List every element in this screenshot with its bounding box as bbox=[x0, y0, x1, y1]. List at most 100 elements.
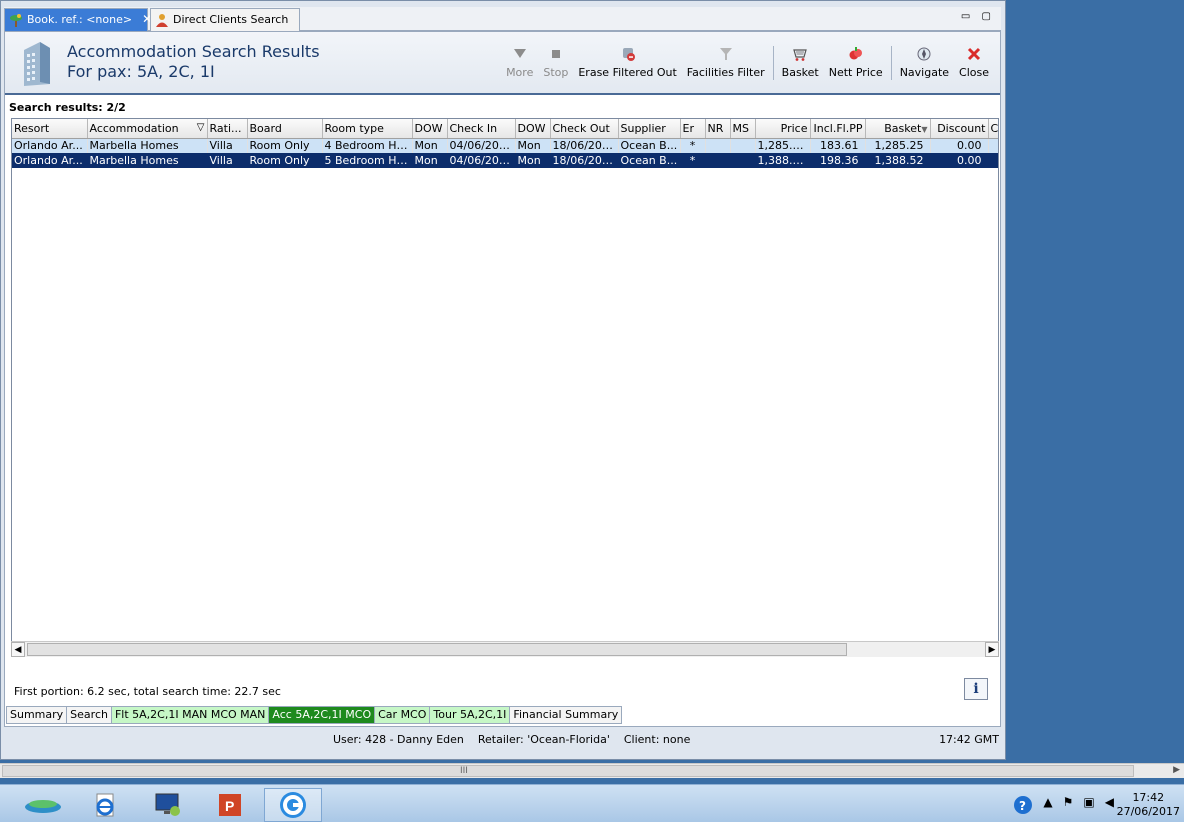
cell-nr bbox=[705, 138, 731, 153]
column-header-check-out[interactable]: Check Out bbox=[550, 119, 619, 139]
scroll-left-arrow-icon[interactable]: ◀ bbox=[11, 642, 25, 657]
tab-accommodation[interactable]: Acc 5A,2C,1I MCO bbox=[268, 706, 375, 724]
results-header: Accommodation Search Results For pax: 5A… bbox=[5, 32, 1000, 95]
column-header-board[interactable]: Board bbox=[247, 119, 323, 139]
landscape-app-icon bbox=[25, 800, 61, 813]
internet-explorer-icon bbox=[96, 793, 114, 817]
column-header-dow-out[interactable]: DOW bbox=[515, 119, 551, 139]
column-header-ms[interactable]: MS bbox=[730, 119, 756, 139]
column-header-rating[interactable]: Rati... bbox=[207, 119, 248, 139]
more-icon bbox=[512, 46, 528, 62]
column-header-accommodation[interactable]: Accommodation ▽ bbox=[87, 119, 208, 139]
cell-rating: Villa bbox=[207, 138, 248, 153]
cell-discount: 0.00 bbox=[930, 138, 989, 153]
cell-board: Room Only bbox=[247, 153, 323, 168]
close-label: Close bbox=[959, 66, 989, 79]
nett-price-button[interactable]: Nett Price bbox=[824, 46, 888, 79]
cell-dow-out: Mon bbox=[515, 153, 551, 168]
column-header-room-type[interactable]: Room type bbox=[322, 119, 413, 139]
stop-button[interactable]: Stop bbox=[538, 46, 573, 79]
cell-dow-in: Mon bbox=[412, 153, 448, 168]
tab-car[interactable]: Car MCO bbox=[374, 706, 430, 724]
column-header-supplier[interactable]: Supplier bbox=[618, 119, 681, 139]
more-button[interactable]: More bbox=[501, 46, 538, 79]
scroll-right-arrow-icon[interactable]: ▶ bbox=[1173, 765, 1180, 775]
booking-app-icon bbox=[280, 792, 306, 818]
building-icon bbox=[18, 40, 56, 88]
tab-booking-ref[interactable]: Book. ref.: <none> ✕ bbox=[4, 8, 152, 31]
cell-board: Room Only bbox=[247, 138, 323, 153]
sort-descending-icon: ▼ bbox=[921, 124, 928, 134]
close-button[interactable]: Close bbox=[954, 46, 994, 79]
funnel-icon[interactable]: ▽ bbox=[197, 122, 205, 133]
scroll-right-arrow-icon[interactable]: ▶ bbox=[985, 642, 999, 657]
navigate-button[interactable]: Navigate bbox=[895, 46, 954, 79]
cell-check-out: 18/06/2018 bbox=[550, 138, 619, 153]
tab-flight[interactable]: Flt 5A,2C,1I MAN MCO MAN bbox=[110, 706, 269, 724]
column-header-dow-in[interactable]: DOW bbox=[412, 119, 448, 139]
column-header-incl-fl-pp[interactable]: Incl.Fl.PP bbox=[810, 119, 866, 139]
column-header-resort[interactable]: Resort bbox=[12, 119, 88, 139]
page-title: Accommodation Search Results bbox=[67, 42, 320, 61]
status-bar: User: 428 - Danny Eden Retailer: 'Ocean-… bbox=[1, 729, 1005, 749]
network-icon[interactable]: ▣ bbox=[1083, 795, 1094, 818]
table-header-row: Resort Accommodation ▽ Rati... Board Room… bbox=[12, 119, 998, 139]
tab-tour[interactable]: Tour 5A,2C,1I bbox=[429, 706, 510, 724]
cell-c bbox=[988, 153, 998, 168]
erase-filtered-out-button[interactable]: Erase Filtered Out bbox=[573, 46, 681, 79]
info-icon[interactable]: i bbox=[964, 678, 988, 700]
cell-price: 1,388.52 bbox=[755, 153, 811, 168]
tab-search[interactable]: Search bbox=[66, 706, 111, 724]
table-horizontal-scrollbar[interactable]: ◀ ▶ bbox=[11, 641, 999, 657]
more-button-label: More bbox=[506, 66, 534, 79]
column-header-basket[interactable]: Basket▼ bbox=[865, 119, 931, 139]
action-center-icon[interactable]: ⚑ bbox=[1063, 795, 1074, 818]
minimize-maximize-controls[interactable]: ▭ ▢ bbox=[961, 11, 995, 22]
help-icon[interactable]: ? bbox=[1013, 795, 1033, 818]
clock-date: 27/06/2017 bbox=[1116, 805, 1180, 818]
cell-ms bbox=[730, 138, 756, 153]
palm-tree-icon bbox=[9, 13, 23, 27]
internet-explorer-taskbar-button[interactable] bbox=[76, 788, 134, 822]
results-table: Resort Accommodation ▽ Rati... Board Room… bbox=[11, 118, 999, 656]
column-header-er[interactable]: Er bbox=[680, 119, 706, 139]
results-toolbar: More Stop Erase Filtered Out Facilities … bbox=[501, 46, 994, 86]
user-retailer-status: User: 428 - Danny Eden Retailer: 'Ocean-… bbox=[333, 733, 691, 746]
window-scrollbar-thumb[interactable] bbox=[2, 765, 1134, 777]
column-header-discount[interactable]: Discount bbox=[930, 119, 989, 139]
clients-icon bbox=[155, 13, 169, 27]
nett-price-icon bbox=[848, 46, 864, 62]
search-results-count: Search results: 2/2 bbox=[9, 101, 126, 114]
stop-icon bbox=[548, 46, 564, 62]
tab-financial-summary[interactable]: Financial Summary bbox=[509, 706, 623, 724]
start-button[interactable] bbox=[14, 788, 72, 822]
cell-accommodation: Marbella Homes bbox=[87, 138, 208, 153]
tab-summary[interactable]: Summary bbox=[6, 706, 67, 724]
cell-rating: Villa bbox=[207, 153, 248, 168]
facilities-filter-button[interactable]: Facilities Filter bbox=[682, 46, 770, 79]
taskbar-clock[interactable]: 17:42 27/06/2017 bbox=[1117, 791, 1180, 819]
booking-app-taskbar-button[interactable] bbox=[264, 788, 322, 822]
window-horizontal-scrollbar[interactable]: III ▶ bbox=[0, 763, 1184, 778]
powerpoint-icon: P bbox=[219, 794, 241, 816]
volume-icon[interactable]: ◀ bbox=[1105, 795, 1114, 818]
column-header-check-in[interactable]: Check In bbox=[447, 119, 516, 139]
table-row[interactable]: Orlando Ar... Marbella Homes Villa Room … bbox=[12, 138, 998, 153]
column-header-price[interactable]: Price bbox=[755, 119, 811, 139]
cell-ms bbox=[730, 153, 756, 168]
column-header-c[interactable]: C bbox=[988, 119, 998, 139]
scrollbar-thumb[interactable] bbox=[27, 643, 847, 656]
column-header-nr[interactable]: NR bbox=[705, 119, 731, 139]
tab-direct-clients-search[interactable]: Direct Clients Search bbox=[150, 8, 300, 31]
tab-direct-clients-label: Direct Clients Search bbox=[173, 13, 289, 26]
cell-discount: 0.00 bbox=[930, 153, 989, 168]
remote-desktop-taskbar-button[interactable] bbox=[139, 788, 197, 822]
powerpoint-taskbar-button[interactable]: P bbox=[201, 788, 259, 822]
close-icon bbox=[966, 46, 982, 62]
booking-components-tabs: Summary Search Flt 5A,2C,1I MAN MCO MAN … bbox=[6, 706, 623, 724]
table-row[interactable]: Orlando Ar... Marbella Homes Villa Room … bbox=[12, 153, 998, 168]
cell-resort: Orlando Ar... bbox=[12, 153, 88, 168]
basket-button[interactable]: Basket bbox=[777, 46, 824, 79]
system-tray: ? ▲ ⚑ ▣ ◀ bbox=[1013, 795, 1114, 818]
show-hidden-icons-icon[interactable]: ▲ bbox=[1043, 795, 1052, 818]
